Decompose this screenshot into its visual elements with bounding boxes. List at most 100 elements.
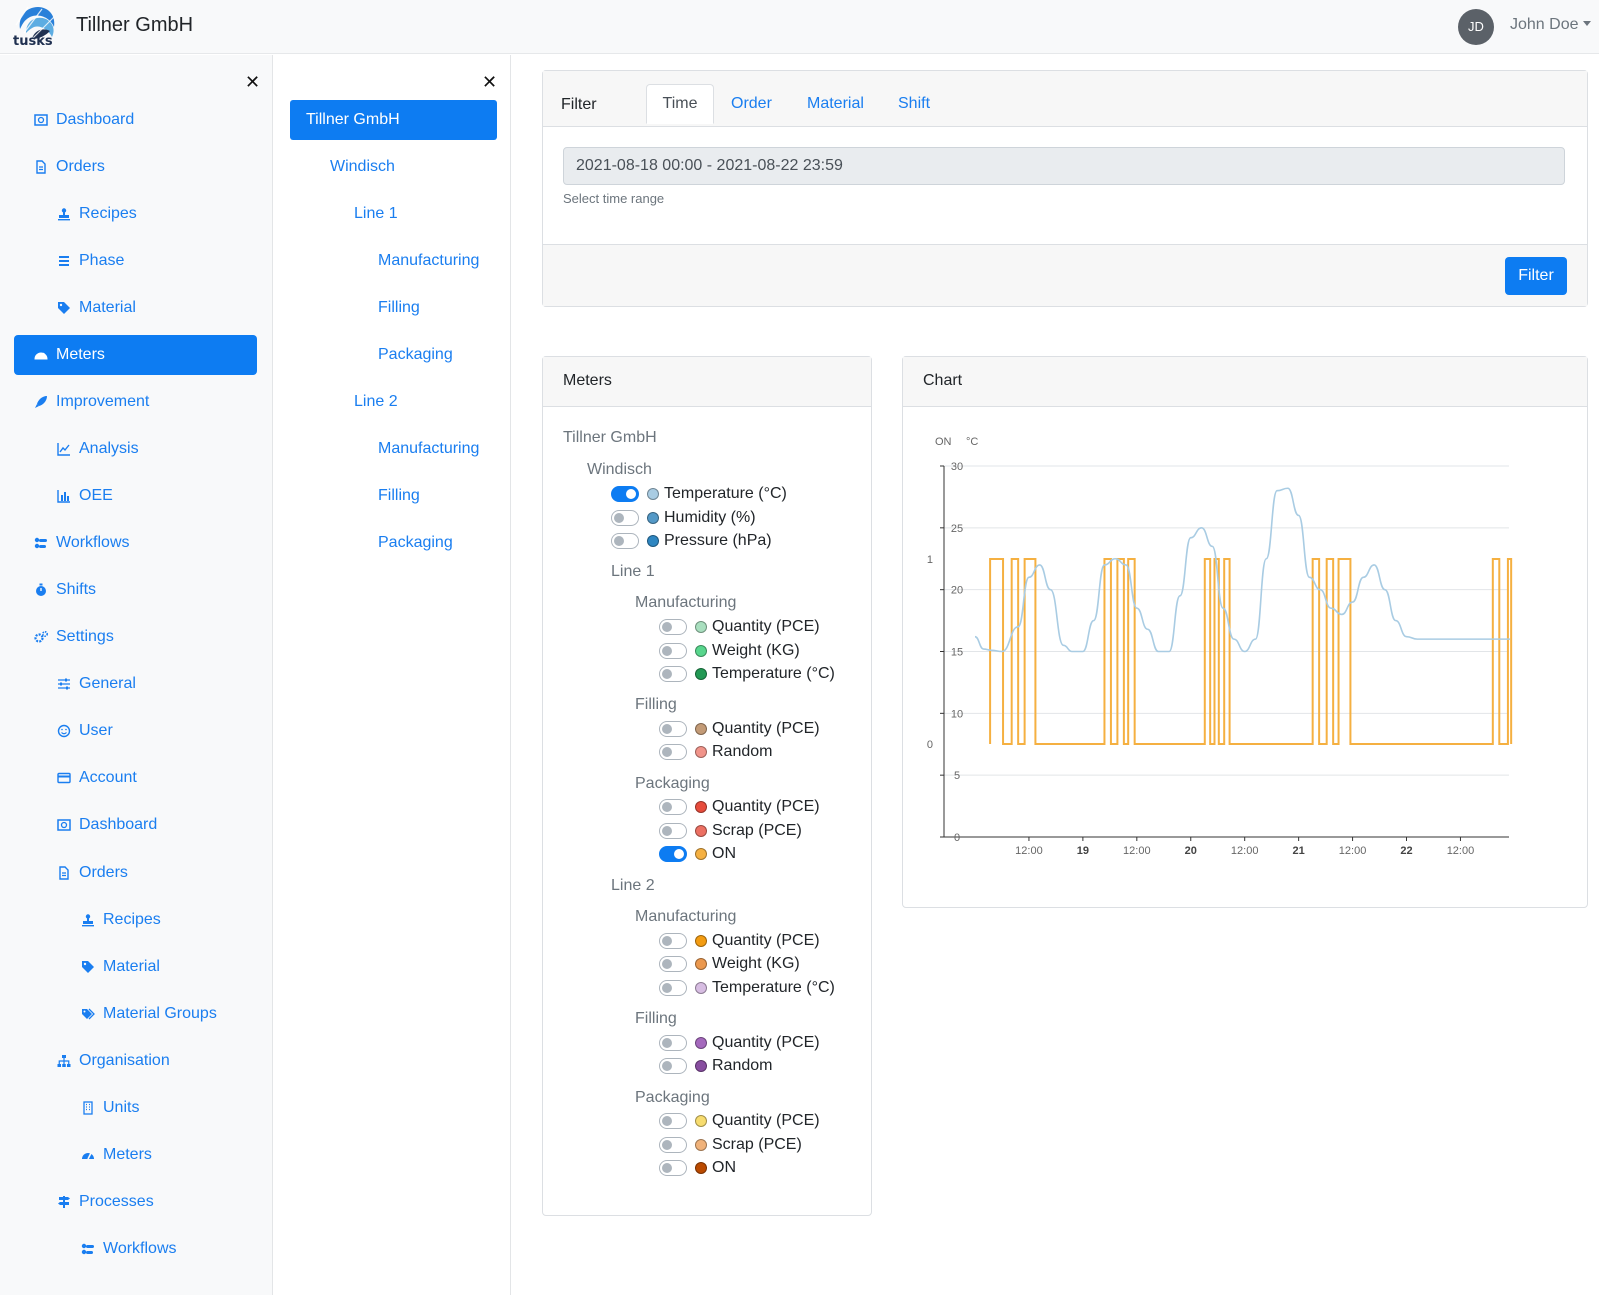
meter-toggle[interactable] <box>659 744 687 760</box>
sidebar-item-workflows[interactable]: Workflows <box>81 1229 177 1269</box>
x-tick-label: 20 <box>1185 845 1197 857</box>
meter-row: Random <box>659 741 772 763</box>
chart-card-header: Chart <box>903 357 1587 407</box>
sidebar-item-analysis[interactable]: Analysis <box>57 429 139 469</box>
tree-item-filling[interactable]: Filling <box>378 476 420 516</box>
meter-label: Quantity (PCE) <box>712 932 820 949</box>
meter-row: Pressure (hPa) <box>611 530 772 552</box>
sidebar-item-workflows[interactable]: Workflows <box>34 523 130 563</box>
tree-item-packaging[interactable]: Packaging <box>378 523 453 563</box>
close-tree-icon[interactable]: ✕ <box>482 73 497 91</box>
dashboard-icon-wrap <box>57 818 71 832</box>
sidebar-item-general[interactable]: General <box>57 664 136 704</box>
sidebar-item-recipes[interactable]: Recipes <box>81 900 161 940</box>
meter-toggle[interactable] <box>659 980 687 996</box>
meter-toggle[interactable] <box>611 510 639 526</box>
avatar[interactable]: JD <box>1458 9 1494 45</box>
user-menu[interactable]: John Doe <box>1510 16 1591 34</box>
sidebar-item-dashboard[interactable]: Dashboard <box>57 805 157 845</box>
sidebar-item-organisation[interactable]: Organisation <box>57 1041 170 1081</box>
filter-card: Filter Time Order Material Shift 2021-08… <box>542 70 1588 307</box>
sidebar-item-material[interactable]: Material <box>57 288 136 328</box>
meter-toggle[interactable] <box>659 956 687 972</box>
building-icon-wrap <box>81 1101 95 1115</box>
brand-title[interactable]: Tillner GmbH <box>76 14 193 37</box>
tree-item-line-2[interactable]: Line 2 <box>354 382 398 422</box>
meter-toggle[interactable] <box>659 1058 687 1074</box>
tree-item-packaging[interactable]: Packaging <box>378 335 453 375</box>
tree-item-line-1[interactable]: Line 1 <box>354 194 398 234</box>
meter-label: Temperature (°C) <box>712 665 835 682</box>
meter-toggle[interactable] <box>611 486 639 502</box>
x-tick-label: 19 <box>1077 845 1089 857</box>
sidebar-item-improvement[interactable]: Improvement <box>34 382 149 422</box>
time-range-input[interactable]: 2021-08-18 00:00 - 2021-08-22 23:59 <box>563 147 1565 185</box>
sidebar-item-units[interactable]: Units <box>81 1088 139 1128</box>
stamp-icon-wrap <box>81 913 95 927</box>
meter-row: Random <box>659 1055 772 1077</box>
sidebar-item-shifts[interactable]: Shifts <box>34 570 96 610</box>
sidebar-item-oee[interactable]: OEE <box>57 476 113 516</box>
meter-toggle[interactable] <box>659 1113 687 1129</box>
sidebar-item-material-groups[interactable]: Material Groups <box>81 994 217 1034</box>
y-temp-tick-label: 0 <box>954 832 960 844</box>
smile-icon-wrap <box>57 724 71 738</box>
close-sidebar-icon[interactable]: ✕ <box>245 73 260 91</box>
tree-item-manufacturing[interactable]: Manufacturing <box>378 429 479 469</box>
sidebar-item-account[interactable]: Account <box>57 758 137 798</box>
meter-toggle[interactable] <box>659 933 687 949</box>
meter-toggle[interactable] <box>659 619 687 635</box>
meter-toggle[interactable] <box>659 1035 687 1051</box>
chart-card: Chart 0 5 10 15 20 25 30 0 1 ON °C 12:00 19 12:00 20 12… <box>902 356 1588 908</box>
series-color-dot <box>695 935 707 947</box>
sidebar-item-orders[interactable]: Orders <box>34 147 105 187</box>
chart-title: Chart <box>923 372 963 389</box>
smile-icon <box>57 724 71 738</box>
series-color-dot <box>695 746 707 758</box>
tree-item-manufacturing[interactable]: Manufacturing <box>378 241 479 281</box>
y-temp-tick-label: 5 <box>954 770 960 782</box>
series-color-dot <box>695 825 707 837</box>
sidebar-item-settings[interactable]: Settings <box>34 617 114 657</box>
sidebar-item-user[interactable]: User <box>57 711 113 751</box>
meter-chart[interactable]: 0 5 10 15 20 25 30 0 1 ON °C 12:00 19 12:00 20 12:00 21 1… <box>903 407 1587 907</box>
meter-toggle[interactable] <box>659 846 687 862</box>
tab-order[interactable]: Order <box>731 84 772 124</box>
y-temp-tick-label: 30 <box>951 461 963 473</box>
tree-item-windisch[interactable]: Windisch <box>330 147 395 187</box>
sidebar-item-recipes[interactable]: Recipes <box>57 194 137 234</box>
meter-toggle[interactable] <box>659 666 687 682</box>
x-tick-label: 12:00 <box>1339 845 1367 857</box>
sidebar-item-meters[interactable]: Meters <box>14 335 257 375</box>
y-temp-tick-label: 25 <box>951 523 963 535</box>
meter-toggle[interactable] <box>659 1160 687 1176</box>
tree-item-filling[interactable]: Filling <box>378 288 420 328</box>
sidebar-item-processes[interactable]: Processes <box>57 1182 154 1222</box>
sidebar-item-label: Workflows <box>56 534 130 551</box>
meter-row: Temperature (°C) <box>659 977 835 999</box>
meter-toggle[interactable] <box>659 799 687 815</box>
sidebar-item-meters[interactable]: Meters <box>81 1135 152 1175</box>
filter-title: Filter <box>561 96 597 113</box>
signpost-icon-wrap <box>57 1195 71 1209</box>
meter-toggle[interactable] <box>659 721 687 737</box>
meter-label: Weight (KG) <box>712 955 800 972</box>
sidebar-item-label: Dashboard <box>56 111 135 128</box>
meter-toggle[interactable] <box>611 533 639 549</box>
tab-material[interactable]: Material <box>807 84 864 124</box>
meter-toggle[interactable] <box>659 643 687 659</box>
meter-toggle[interactable] <box>659 1137 687 1153</box>
sidebar-item-label: Analysis <box>79 440 139 457</box>
tree-item-tillner-gmbh[interactable]: Tillner GmbH <box>290 100 497 140</box>
filter-button[interactable]: Filter <box>1505 257 1567 295</box>
tab-shift[interactable]: Shift <box>898 84 930 124</box>
gears-icon-wrap <box>34 630 48 644</box>
sidebar-item-material[interactable]: Material <box>81 947 160 987</box>
meter-toggle[interactable] <box>659 823 687 839</box>
sidebar-item-orders[interactable]: Orders <box>57 853 128 893</box>
meters-line-label: Line 2 <box>611 877 655 894</box>
tab-time[interactable]: Time <box>646 84 714 124</box>
sidebar-item-dashboard[interactable]: Dashboard <box>34 100 134 140</box>
sidebar-item-phase[interactable]: Phase <box>57 241 124 281</box>
meter-row: Scrap (PCE) <box>659 820 802 842</box>
